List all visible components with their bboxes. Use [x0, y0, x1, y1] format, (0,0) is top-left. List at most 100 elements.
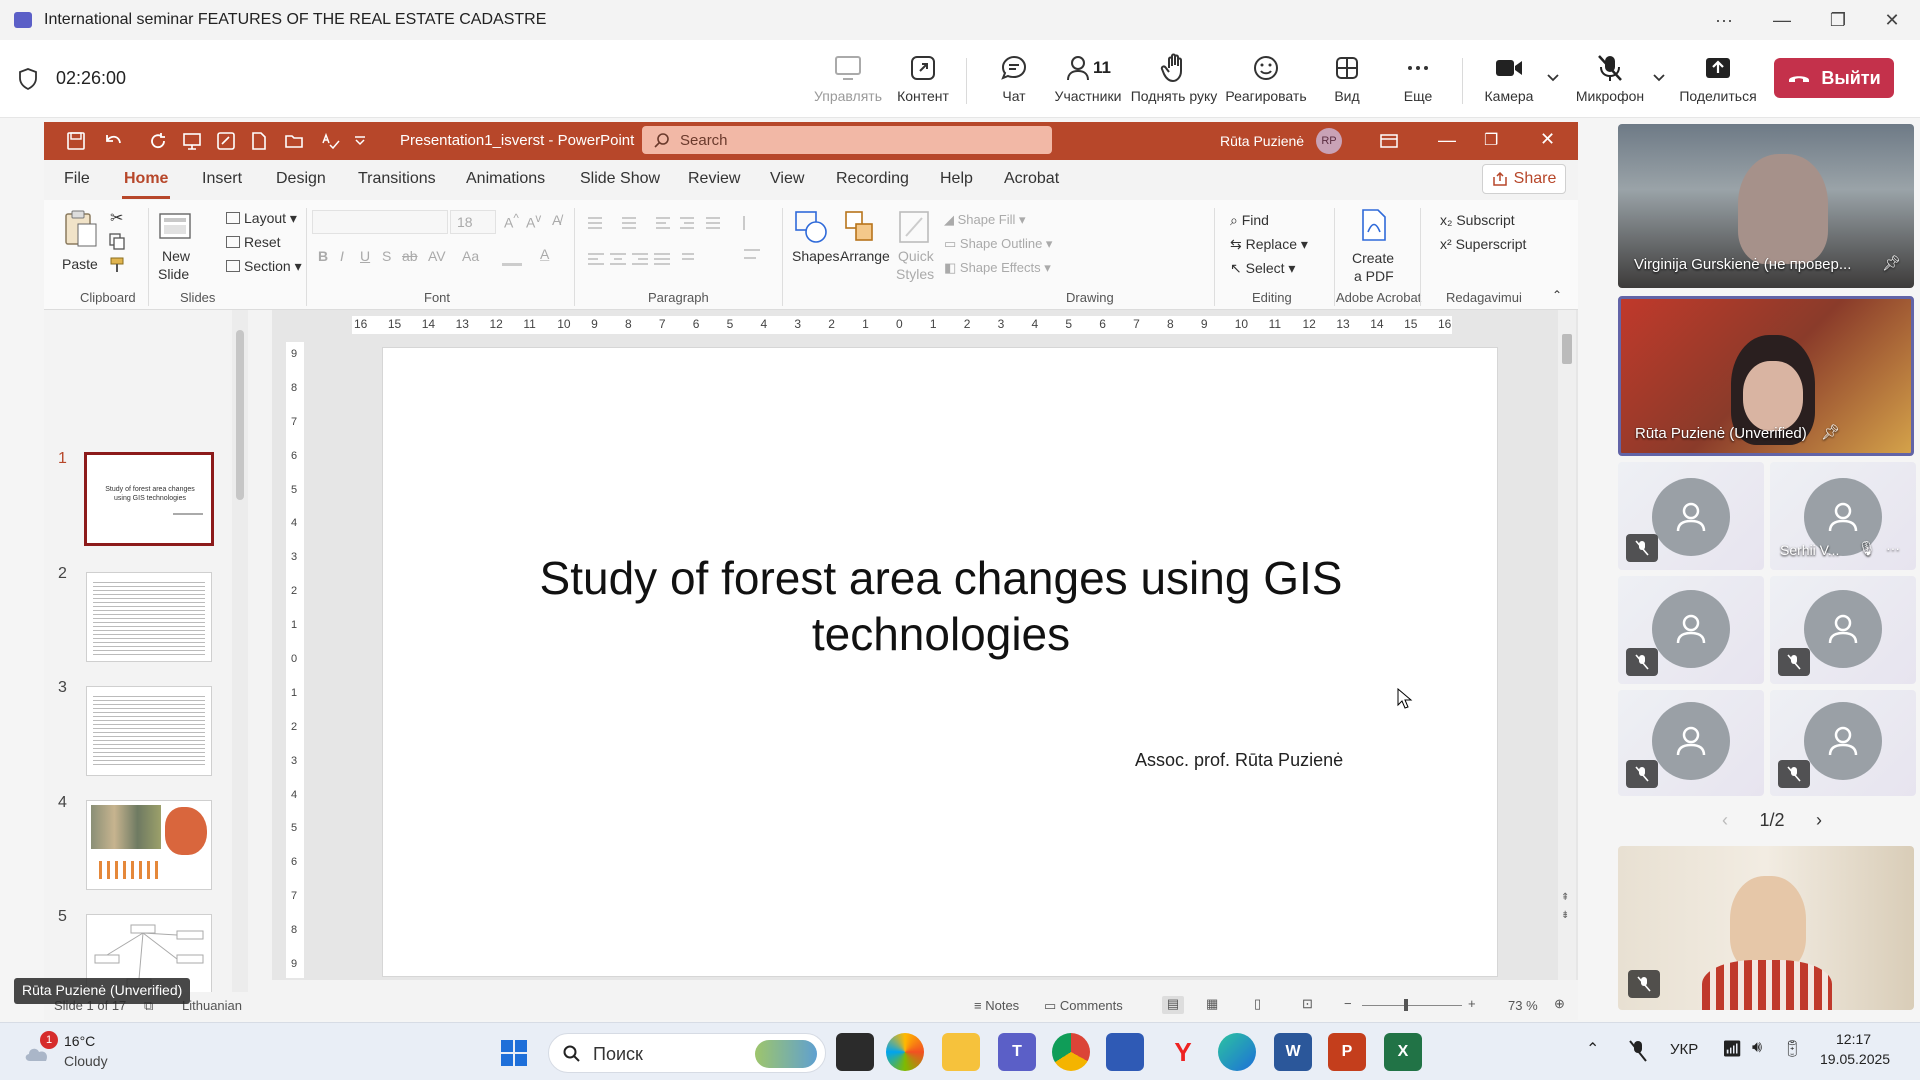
wifi-icon[interactable]: 📶︎: [1722, 1039, 1742, 1059]
edge-icon[interactable]: [1218, 1033, 1256, 1071]
save-icon[interactable]: [66, 131, 86, 151]
new-slide-button[interactable]: New Slide: [156, 208, 198, 288]
manage-button[interactable]: Управлять: [812, 50, 884, 112]
present-icon[interactable]: [182, 131, 202, 151]
ribbon-display-icon[interactable]: [1380, 134, 1398, 148]
search-box[interactable]: Search: [642, 126, 1052, 154]
new-file-icon[interactable]: [250, 131, 268, 151]
zoom-slider-thumb[interactable]: [1404, 999, 1408, 1011]
battery-icon[interactable]: 🔋︎: [1782, 1039, 1802, 1059]
shape-fill-button[interactable]: ◢ Shape Fill ▾: [944, 212, 1026, 228]
fit-to-window-icon[interactable]: ⊕: [1554, 996, 1565, 1012]
copilot-icon[interactable]: [886, 1033, 924, 1071]
find-button[interactable]: ⌕ Find: [1230, 212, 1269, 229]
language-indicator[interactable]: Lithuanian: [182, 998, 242, 1013]
change-case-icon[interactable]: Aa: [462, 248, 479, 264]
bold-icon[interactable]: B: [318, 248, 328, 264]
paragraph-controls-icon[interactable]: [584, 214, 784, 274]
thumbnail-slide-4[interactable]: [86, 800, 212, 890]
superscript-button[interactable]: x² Superscript: [1440, 236, 1526, 252]
view-button[interactable]: Вид: [1320, 50, 1374, 112]
reset-button[interactable]: Reset: [226, 234, 281, 250]
share-button[interactable]: Share: [1482, 164, 1566, 194]
tab-animations[interactable]: Animations: [466, 170, 545, 188]
pin-icon[interactable]: 📌︎: [1821, 423, 1840, 441]
video-tile-8[interactable]: [1770, 690, 1916, 796]
chat-button[interactable]: Чат: [984, 50, 1044, 112]
thumbnail-slide-1[interactable]: Study of forest area changes using GIS t…: [84, 452, 214, 546]
windows-start-icon[interactable]: [500, 1039, 528, 1067]
reading-view-icon[interactable]: ▯: [1254, 996, 1261, 1012]
zoom-level[interactable]: 73 %: [1508, 998, 1538, 1013]
tab-recording[interactable]: Recording: [836, 170, 909, 188]
tab-insert[interactable]: Insert: [202, 170, 242, 188]
slide-scrollbar[interactable]: ⇞ ⇟: [1558, 310, 1576, 980]
excel-icon[interactable]: X: [1384, 1033, 1422, 1071]
video-tile-7[interactable]: [1618, 690, 1764, 796]
tab-acrobat[interactable]: Acrobat: [1004, 170, 1059, 188]
show-hidden-icons-icon[interactable]: ⌃: [1586, 1039, 1599, 1059]
raise-hand-button[interactable]: Поднять руку: [1130, 50, 1218, 112]
participants-button[interactable]: 11 Участники: [1050, 50, 1126, 112]
quick-styles-button[interactable]: Quick Styles: [894, 208, 938, 288]
more-options-icon[interactable]: ···: [1886, 540, 1900, 556]
maximize-button[interactable]: ❐: [1820, 6, 1856, 34]
thumbnail-slide-2[interactable]: [86, 572, 212, 662]
select-button[interactable]: ↖ Select ▾: [1230, 260, 1295, 277]
mic-muted-tray-icon[interactable]: [1628, 1039, 1648, 1063]
previous-page-icon[interactable]: ‹: [1722, 810, 1728, 831]
section-button[interactable]: Section ▾: [226, 258, 302, 275]
slide-scroll-thumb[interactable]: [1562, 334, 1572, 364]
ppt-close-button[interactable]: ✕: [1540, 129, 1555, 150]
shape-effects-button[interactable]: ◧ Shape Effects ▾: [944, 260, 1051, 276]
video-tile-5[interactable]: [1618, 576, 1764, 684]
volume-icon[interactable]: 🔊︎: [1752, 1039, 1762, 1057]
highlight-icon[interactable]: [502, 250, 522, 266]
camera-button[interactable]: Камера: [1478, 50, 1540, 112]
zoom-in-button[interactable]: +: [1468, 996, 1476, 1011]
font-size-dropdown[interactable]: 18: [450, 210, 496, 234]
teams-icon[interactable]: T: [998, 1033, 1036, 1071]
cut-icon[interactable]: ✂: [110, 208, 123, 228]
video-tile-3[interactable]: [1618, 462, 1764, 570]
slideshow-icon[interactable]: ⊡: [1302, 996, 1313, 1012]
next-slide-icon[interactable]: ⇟: [1561, 910, 1569, 921]
redo-icon[interactable]: [148, 131, 168, 151]
clock-time[interactable]: 12:17: [1836, 1031, 1871, 1047]
chrome-icon[interactable]: [1052, 1033, 1090, 1071]
slide-sorter-icon[interactable]: ▦: [1206, 996, 1218, 1012]
tab-view[interactable]: View: [770, 170, 804, 188]
shapes-button[interactable]: Shapes: [792, 208, 839, 284]
store-icon[interactable]: [1106, 1033, 1144, 1071]
normal-view-icon[interactable]: ▤: [1162, 996, 1184, 1014]
mic-options-chevron-icon[interactable]: [1652, 70, 1666, 84]
zoom-out-button[interactable]: −: [1344, 996, 1352, 1011]
previous-slide-icon[interactable]: ⇞: [1561, 892, 1569, 903]
tab-transitions[interactable]: Transitions: [358, 170, 436, 188]
tab-home[interactable]: Home: [124, 170, 168, 188]
collapse-ribbon-icon[interactable]: ⌃: [1552, 288, 1562, 302]
more-button[interactable]: Еще: [1390, 50, 1446, 112]
pin-icon[interactable]: 📌︎: [1882, 254, 1901, 272]
file-explorer-icon[interactable]: [942, 1033, 980, 1071]
user-avatar[interactable]: RP: [1316, 128, 1342, 154]
shape-outline-button[interactable]: ▭ Shape Outline ▾: [944, 236, 1052, 252]
subscript-button[interactable]: x₂ Subscript: [1440, 212, 1515, 228]
video-tile-4[interactable]: Serhii V... 🎙︎ ···: [1770, 462, 1916, 570]
arrange-button[interactable]: Arrange: [840, 208, 890, 284]
more-options-button[interactable]: ···: [1706, 6, 1742, 34]
clock-date[interactable]: 19.05.2025: [1820, 1051, 1890, 1067]
content-button[interactable]: Контент: [888, 50, 958, 112]
ppt-maximize-button[interactable]: ❐: [1484, 130, 1498, 150]
minimize-button[interactable]: —: [1764, 6, 1800, 34]
open-folder-icon[interactable]: [284, 132, 306, 150]
underline-icon[interactable]: U: [360, 248, 370, 264]
spelling-check-icon[interactable]: [320, 131, 342, 151]
clear-format-icon[interactable]: A̸: [552, 212, 561, 228]
notes-button[interactable]: ≡ Notes: [974, 998, 1019, 1013]
italic-icon[interactable]: I: [340, 248, 344, 264]
tab-slide-show[interactable]: Slide Show: [580, 170, 660, 188]
grow-font-icon[interactable]: A^: [504, 212, 519, 231]
yandex-icon[interactable]: Y: [1164, 1033, 1202, 1071]
font-color-icon[interactable]: A: [540, 246, 549, 262]
